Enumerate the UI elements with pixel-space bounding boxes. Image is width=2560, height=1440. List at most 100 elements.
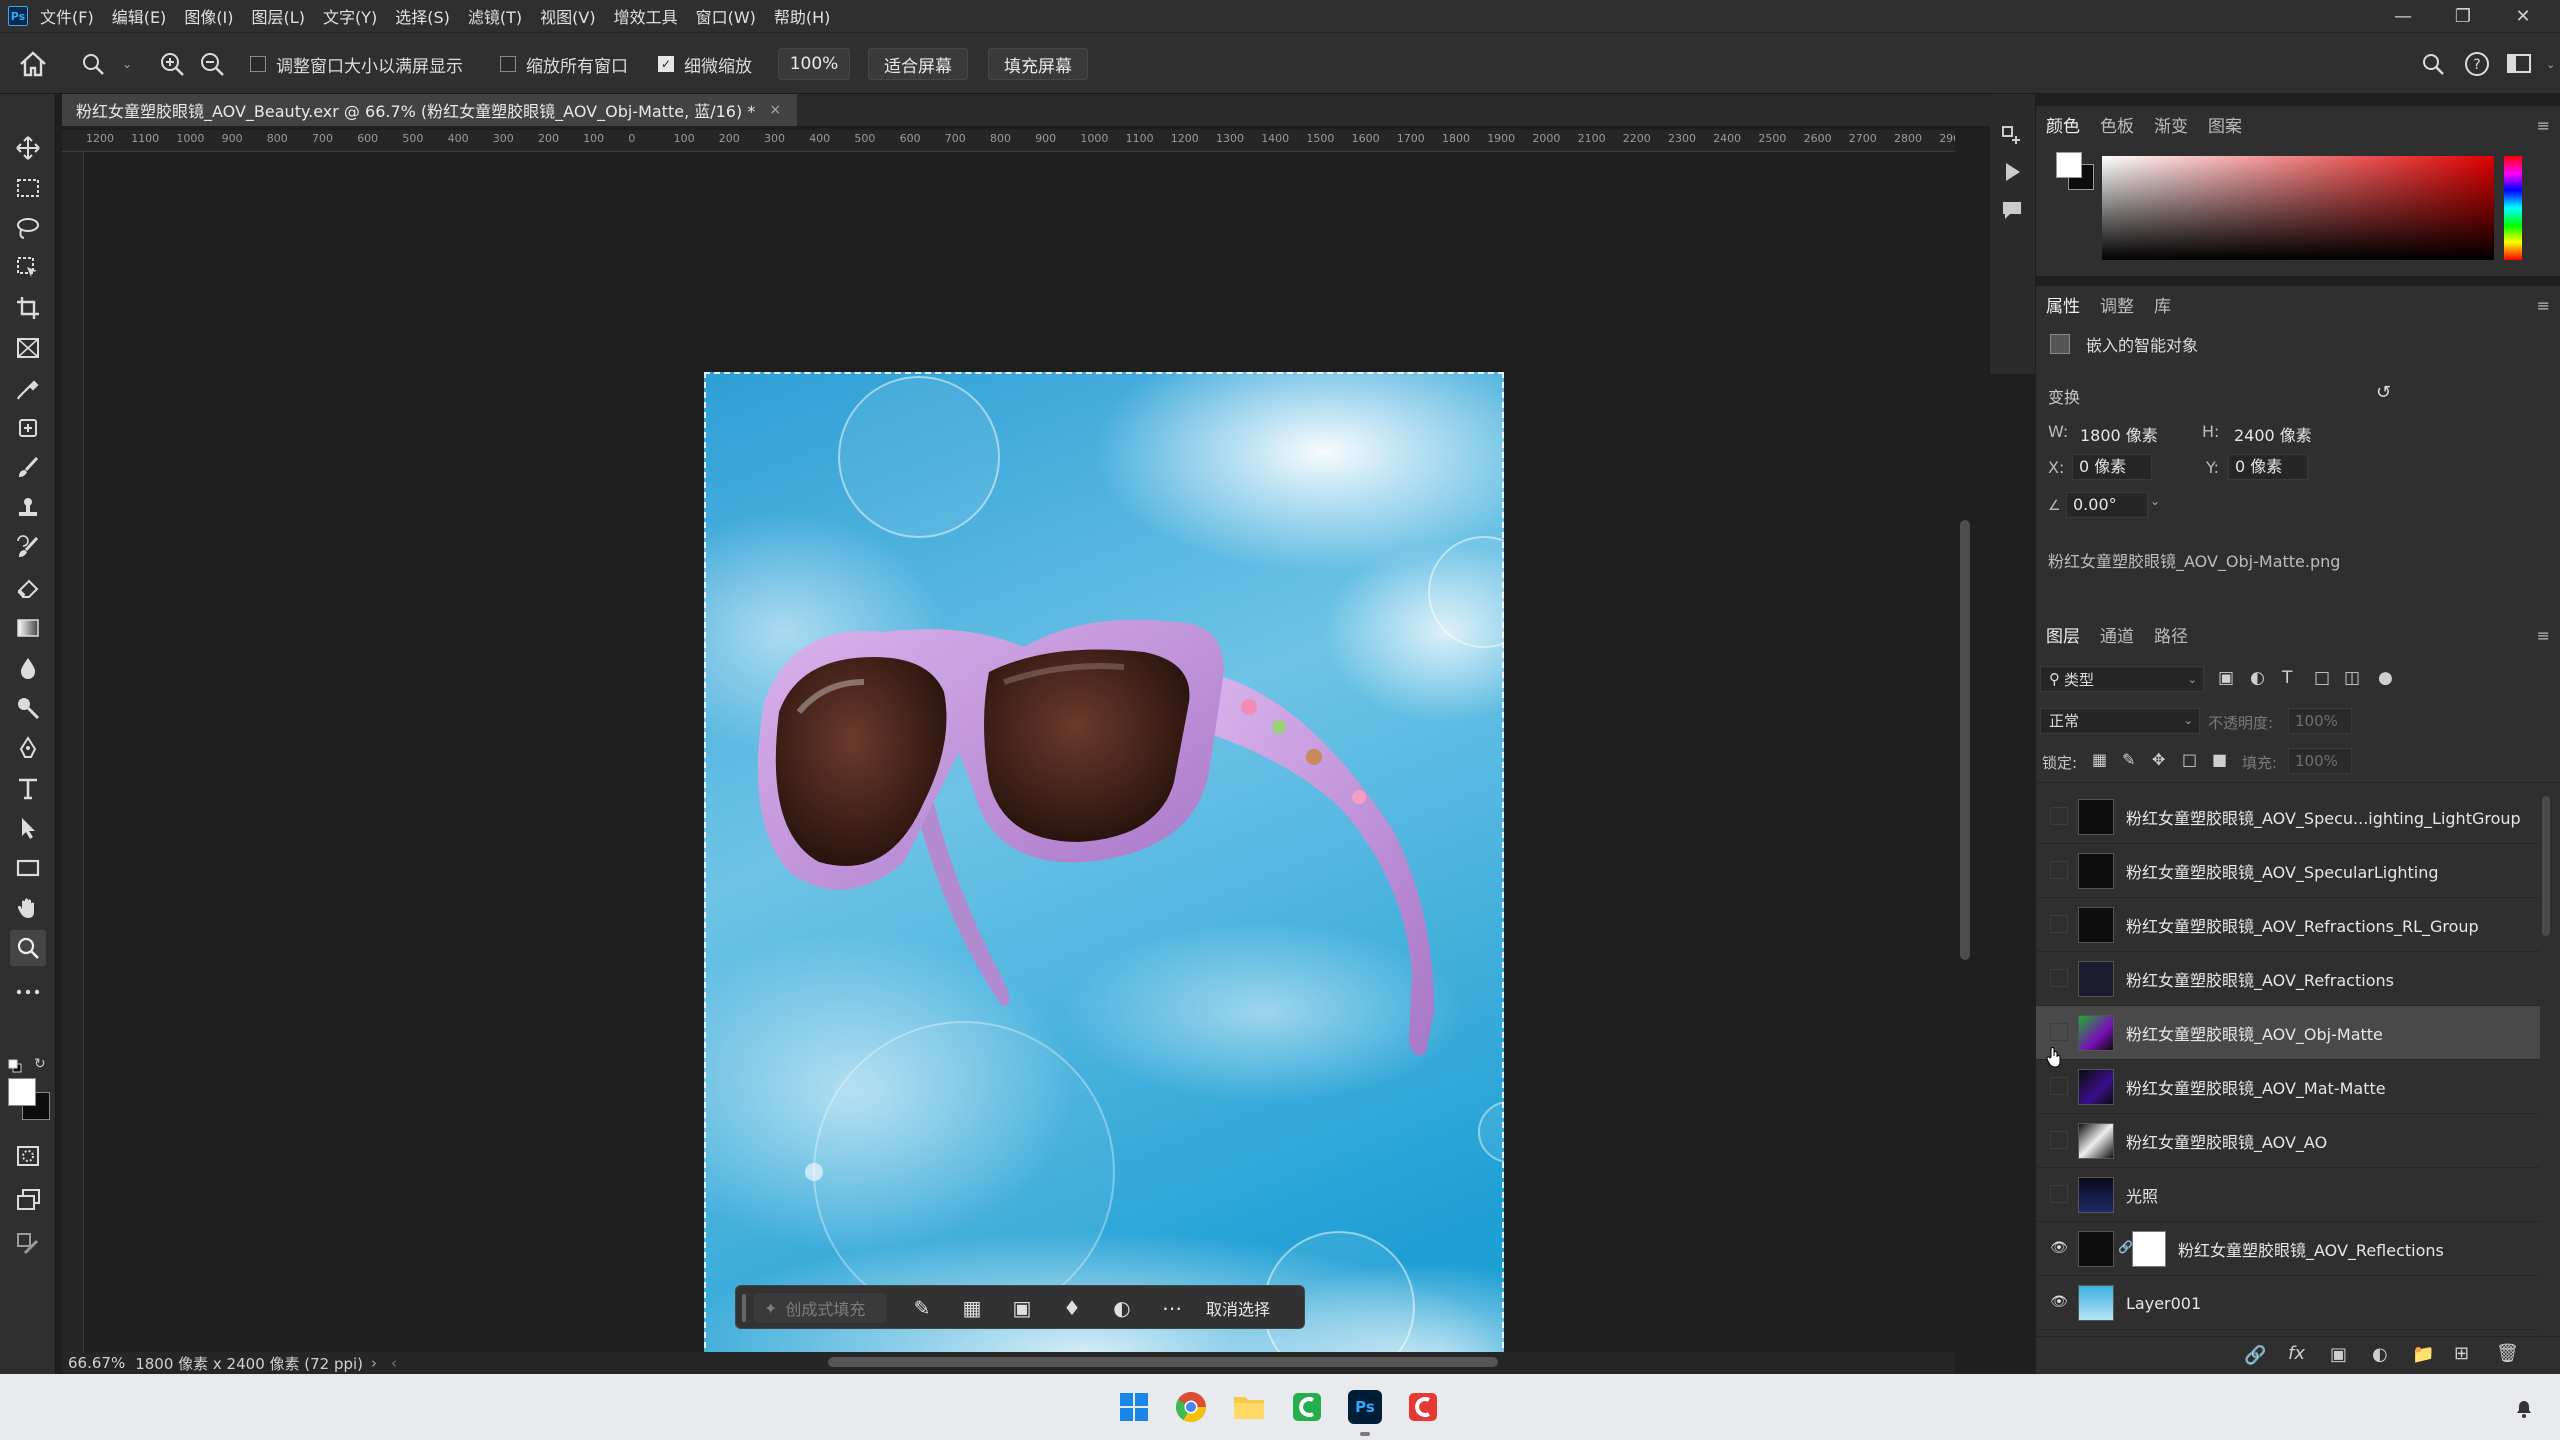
zoom-all-check-box[interactable] <box>500 56 516 72</box>
new-adjustment-icon[interactable]: ◐ <box>2372 1344 2388 1365</box>
tool-preset-chevron-icon[interactable]: ⌄ <box>122 33 132 95</box>
layer-visibility-toggle[interactable] <box>2050 1023 2068 1041</box>
crop-tool-icon[interactable] <box>10 290 46 326</box>
tab-paths[interactable]: 路径 <box>2154 622 2188 647</box>
zoom-tool-sidebar-icon[interactable] <box>10 930 46 966</box>
reset-transform-icon[interactable]: ↺ <box>2376 382 2391 403</box>
layer-visibility-toggle[interactable] <box>2050 1185 2068 1203</box>
history-brush-tool-icon[interactable] <box>10 530 46 566</box>
menu-window[interactable]: 窗口(W) <box>696 4 756 28</box>
resize-windows-checkbox[interactable]: 调整窗口大小以满屏显示 <box>250 33 463 95</box>
new-layer-icon[interactable]: ⊞ <box>2454 1343 2469 1364</box>
new-group-icon[interactable]: 📁 <box>2412 1344 2434 1365</box>
tab-properties[interactable]: 属性 <box>2046 292 2080 317</box>
frame-tool-icon[interactable] <box>10 330 46 366</box>
zoom-in-icon[interactable] <box>158 33 186 95</box>
eye-icon[interactable]: 👁 <box>2048 1237 2070 1259</box>
layer-visibility-toggle[interactable] <box>2050 1131 2068 1149</box>
scrubby-zoom-checkbox[interactable]: ✓ 细微缩放 <box>658 33 752 95</box>
zoom-tool-icon[interactable] <box>80 33 106 95</box>
resize-windows-check-box[interactable] <box>250 56 266 72</box>
workspace-chevron-icon[interactable]: ⌄ <box>2546 33 2555 95</box>
blur-tool-icon[interactable] <box>10 650 46 686</box>
lock-position-icon[interactable]: ✥ <box>2152 750 2165 769</box>
properties-menu-icon[interactable]: ≡ <box>2537 296 2550 315</box>
blend-mode-select[interactable]: 正常 ⌄ <box>2040 708 2200 734</box>
layer-visibility-toggle[interactable] <box>2050 807 2068 825</box>
canvas-area[interactable] <box>84 152 1955 1438</box>
vertical-scrollbar[interactable] <box>1960 520 1970 960</box>
zoom-all-windows-checkbox[interactable]: 缩放所有窗口 <box>500 33 628 95</box>
tab-channels[interactable]: 通道 <box>2100 622 2134 647</box>
link-layers-icon[interactable]: 🔗 <box>2244 1345 2266 1366</box>
photoshop-taskbar-icon[interactable]: Ps <box>1348 1390 1382 1424</box>
color-fg-swatch[interactable] <box>2056 152 2082 178</box>
rotation-angle-input[interactable]: 0.00° <box>2066 492 2148 518</box>
history-panel-icon[interactable] <box>2000 124 2024 148</box>
pen-tool-icon[interactable] <box>10 730 46 766</box>
layers-scrollbar[interactable] <box>2542 796 2550 936</box>
filter-pixel-icon[interactable]: ▣ <box>2218 668 2234 688</box>
x-position-input[interactable]: 0 像素 <box>2072 454 2152 480</box>
filter-adjustment-icon[interactable]: ◐ <box>2250 668 2265 688</box>
healing-brush-tool-icon[interactable] <box>10 410 46 446</box>
lock-all-icon[interactable]: ■ <box>2212 750 2227 769</box>
help-icon[interactable]: ? <box>2464 33 2490 95</box>
type-tool-icon[interactable] <box>10 770 46 806</box>
layer-row[interactable]: 粉红女童塑胶眼镜_AOV_Refractions <box>2036 952 2540 1006</box>
more-tools-icon[interactable] <box>10 974 46 1010</box>
hand-tool-icon[interactable] <box>10 890 46 926</box>
comments-icon[interactable] <box>2000 198 2024 222</box>
filter-type-icon[interactable]: T <box>2282 668 2292 688</box>
tab-swatches[interactable]: 色板 <box>2100 112 2134 137</box>
horizontal-scrollbar[interactable] <box>828 1357 1498 1367</box>
scroll-left-icon[interactable]: ‹ <box>391 1354 397 1372</box>
search-icon[interactable] <box>2420 33 2446 95</box>
menu-view[interactable]: 视图(V) <box>540 4 595 28</box>
workspace-icon[interactable] <box>2506 33 2532 95</box>
eye-icon[interactable]: 👁 <box>2048 1291 2070 1313</box>
gradient-tool-icon[interactable] <box>10 610 46 646</box>
layer-row[interactable]: 粉红女童塑胶眼镜_AOV_Refractions_RL_Group <box>2036 898 2540 952</box>
file-explorer-icon[interactable] <box>1232 1390 1266 1424</box>
eraser-tool-icon[interactable] <box>10 570 46 606</box>
windows-start-icon[interactable] <box>1117 1390 1151 1424</box>
layer-filter-select[interactable]: ⚲ 类型 ⌄ <box>2040 666 2204 692</box>
path-selection-tool-icon[interactable] <box>10 810 46 846</box>
lock-transparent-icon[interactable]: ▦ <box>2092 750 2107 769</box>
tab-layers[interactable]: 图层 <box>2046 622 2080 647</box>
layer-visibility-toggle[interactable] <box>2050 969 2068 987</box>
swap-colors-icon[interactable]: ↻ <box>34 1056 50 1072</box>
default-colors-icon[interactable] <box>8 1058 22 1073</box>
filter-smart-object-icon[interactable]: ◫ <box>2344 668 2360 688</box>
move-tool-icon[interactable] <box>10 130 46 166</box>
document-tab[interactable]: 粉红女童塑胶眼镜_AOV_Beauty.exr @ 66.7% (粉红女童塑胶眼… <box>62 94 798 126</box>
add-mask-icon[interactable]: ▣ <box>2330 1344 2347 1365</box>
brush-tool-icon[interactable] <box>10 450 46 486</box>
menu-filter[interactable]: 滤镜(T) <box>468 4 522 28</box>
tab-gradients[interactable]: 渐变 <box>2154 112 2188 137</box>
red-app-icon[interactable] <box>1406 1390 1440 1424</box>
hue-slider[interactable] <box>2504 156 2522 260</box>
layer-row[interactable]: 👁 🔗 粉红女童塑胶眼镜_AOV_Reflections <box>2036 1222 2540 1276</box>
layer-row-selected[interactable]: 粉红女童塑胶眼镜_AOV_Obj-Matte <box>2036 1006 2540 1060</box>
menu-help[interactable]: 帮助(H) <box>774 4 831 28</box>
zoom-level[interactable]: 66.67% <box>68 1354 125 1372</box>
edit-toolbar-icon[interactable] <box>10 1226 46 1262</box>
marquee-tool-icon[interactable] <box>10 170 46 206</box>
dodge-tool-icon[interactable] <box>10 690 46 726</box>
generative-fill-button[interactable]: ✦ 创成式填充 <box>754 1293 886 1323</box>
filter-shape-icon[interactable]: □ <box>2314 668 2330 688</box>
menu-image[interactable]: 图像(I) <box>184 4 233 28</box>
chrome-icon[interactable] <box>1174 1390 1208 1424</box>
angle-chevron-icon[interactable]: ⌄ <box>2150 494 2160 508</box>
delete-layer-icon[interactable]: 🗑 <box>2496 1343 2519 1364</box>
layer-row[interactable]: 粉红女童塑胶眼镜_AOV_Specu...ighting_LightGroup <box>2036 790 2540 844</box>
rectangle-tool-icon[interactable] <box>10 850 46 886</box>
layer-style-fx-icon[interactable]: fx <box>2288 1343 2305 1364</box>
eyedropper-tool-icon[interactable] <box>10 370 46 406</box>
adjustment-layer-icon[interactable]: ◐ <box>1104 1286 1140 1330</box>
fill-input[interactable]: 100% <box>2288 748 2352 774</box>
layer-visibility-toggle[interactable] <box>2050 1077 2068 1095</box>
transform-selection-icon[interactable]: ▦ <box>954 1286 990 1330</box>
